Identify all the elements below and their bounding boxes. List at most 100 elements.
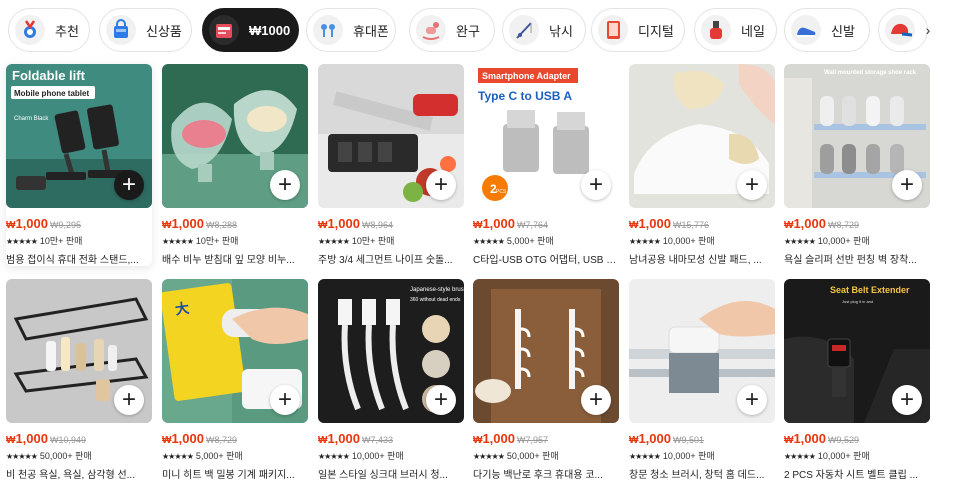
product-card[interactable]: + ₩1,000 ₩8,288 ★★★★★ 10만+ 판매 배수 비누 받침대 잎 … <box>162 64 308 266</box>
category-chip-4[interactable]: 완구 <box>409 8 495 52</box>
category-chip-0[interactable]: 추천 <box>8 8 90 52</box>
product-image[interactable]: Foldable lift Mobile phone tablet Charm … <box>6 64 152 208</box>
add-to-cart-plus-icon[interactable]: + <box>270 385 300 415</box>
product-title[interactable]: 비 천공 욕실, 욕실, 삼각형 선... <box>6 466 152 481</box>
product-title[interactable]: C타입-USB OTG 어댑터, USB C... <box>473 251 619 266</box>
svg-text:Wall mounted storage shoe rack: Wall mounted storage shoe rack <box>824 70 917 76</box>
product-card[interactable]: Foldable lift Mobile phone tablet Charm … <box>6 64 152 266</box>
add-to-cart-plus-icon[interactable]: + <box>737 170 767 200</box>
add-to-cart-plus-icon[interactable]: + <box>581 170 611 200</box>
sale-price: 1,000 <box>171 216 204 231</box>
nail-polish-icon <box>701 15 731 45</box>
star-rating-icon: ★★★★★ <box>318 452 350 461</box>
product-title[interactable]: 주방 3/4 세그먼트 나이프 숫돌... <box>318 251 464 266</box>
price-row: ₩1,000 ₩7,433 <box>318 430 464 446</box>
sale-price: 1,000 <box>171 431 204 446</box>
cap-icon <box>885 15 915 45</box>
fishing-rod-icon <box>509 15 539 45</box>
product-card[interactable]: + ₩1,000 ₩15,776 ★★★★★ 10,000+ 판매 남녀공용 내마모… <box>629 64 775 266</box>
product-title[interactable]: 미니 히트 백 밀봉 기계 패키지... <box>162 466 308 481</box>
original-price: ₩9,295 <box>50 220 82 230</box>
price-tag-icon <box>209 15 239 45</box>
product-card[interactable]: Smartphone Adapter Type C to USB A 2 PCS… <box>473 64 619 266</box>
sales-info: ★★★★★ 10,000+ 판매 <box>629 449 775 461</box>
add-to-cart-plus-icon[interactable]: + <box>114 385 144 415</box>
product-card[interactable]: Japanese-style brush 360 without dead en… <box>318 279 464 481</box>
sales-info: ★★★★★ 10만+ 판매 <box>162 234 308 246</box>
product-card[interactable]: + ₩1,000 ₩7,957 ★★★★★ 50,000+ 판매 다기능 백난로 후… <box>473 279 619 481</box>
product-card[interactable]: + ₩1,000 ₩9,501 ★★★★★ 10,000+ 판매 창문 청소 브러시… <box>629 279 775 481</box>
tablet-icon <box>598 15 628 45</box>
product-title[interactable]: 배수 비누 받침대 잎 모양 비누... <box>162 251 308 266</box>
category-chip-6[interactable]: 디지털 <box>591 8 685 52</box>
sold-count: 10,000+ 판매 <box>662 451 715 461</box>
category-chip-2[interactable]: ₩1000 <box>202 8 299 52</box>
product-image[interactable]: + <box>629 64 775 208</box>
product-title[interactable]: 다기능 백난로 후크 휴대용 코... <box>473 466 619 481</box>
category-chip-7[interactable]: 네일 <box>694 8 777 52</box>
product-card[interactable]: + ₩1,000 ₩10,949 ★★★★★ 50,000+ 판매 비 천공 욕실,… <box>6 279 152 481</box>
product-card[interactable]: Seat Belt Extender Just plug it in and +… <box>784 279 930 481</box>
product-image[interactable]: Wall mounted storage shoe rack + <box>784 64 930 208</box>
category-bar: 추천 신상품 ₩1000 휴대폰 완구 낚시 디지털 네일 신발 › <box>0 0 966 60</box>
star-rating-icon: ★★★★★ <box>162 237 194 246</box>
sales-info: ★★★★★ 50,000+ 판매 <box>473 449 619 461</box>
add-to-cart-plus-icon[interactable]: + <box>737 385 767 415</box>
product-image[interactable]: + <box>162 64 308 208</box>
add-to-cart-plus-icon[interactable]: + <box>114 170 144 200</box>
product-image[interactable]: + <box>6 279 152 423</box>
add-to-cart-plus-icon[interactable]: + <box>581 385 611 415</box>
product-title[interactable]: 범용 접이식 휴대 전화 스탠드,... <box>6 251 152 266</box>
svg-text:Type C to USB A: Type C to USB A <box>478 89 572 103</box>
product-image[interactable]: 大 + <box>162 279 308 423</box>
original-price: ₩9,529 <box>828 435 860 445</box>
star-rating-icon: ★★★★★ <box>629 452 661 461</box>
sold-count: 10,000+ 판매 <box>662 236 715 246</box>
category-label: 네일 <box>741 23 765 39</box>
product-card[interactable]: + ₩1,000 ₩8,964 ★★★★★ 10만+ 판매 주방 3/4 세그먼트 … <box>318 64 464 266</box>
original-price: ₩7,433 <box>362 435 394 445</box>
svg-text:大: 大 <box>174 300 190 319</box>
sale-price: 1,000 <box>482 216 515 231</box>
product-title[interactable]: 2 PCS 자동차 시트 벨트 클립 ... <box>784 466 930 481</box>
chevron-right-icon[interactable]: › <box>918 19 938 41</box>
category-chip-1[interactable]: 신상품 <box>99 8 192 52</box>
category-chip-3[interactable]: 휴대폰 <box>306 8 396 52</box>
product-image[interactable]: Seat Belt Extender Just plug it in and + <box>784 279 930 423</box>
price-row: ₩1,000 ₩15,776 <box>629 215 775 231</box>
product-card[interactable]: Wall mounted storage shoe rack + ₩1,000 ₩… <box>784 64 930 266</box>
earphones-icon <box>313 15 343 45</box>
category-chip-8[interactable]: 신발 <box>784 8 870 52</box>
product-image[interactable]: + <box>318 64 464 208</box>
product-image[interactable]: Japanese-style brush 360 without dead en… <box>318 279 464 423</box>
add-to-cart-plus-icon[interactable]: + <box>892 385 922 415</box>
category-chip-5[interactable]: 낚시 <box>502 8 586 52</box>
sales-info: ★★★★★ 50,000+ 판매 <box>6 449 152 461</box>
add-to-cart-plus-icon[interactable]: + <box>426 170 456 200</box>
product-image[interactable]: + <box>629 279 775 423</box>
price-row: ₩1,000 ₩9,501 <box>629 430 775 446</box>
add-to-cart-plus-icon[interactable]: + <box>892 170 922 200</box>
product-image[interactable]: Smartphone Adapter Type C to USB A 2 PCS… <box>473 64 619 208</box>
svg-text:Seat Belt Extender: Seat Belt Extender <box>830 285 910 295</box>
sold-count: 10만+ 판매 <box>39 236 83 246</box>
sales-info: ★★★★★ 10,000+ 판매 <box>318 449 464 461</box>
svg-text:Smartphone Adapter: Smartphone Adapter <box>482 71 571 81</box>
product-title[interactable]: 일본 스타일 싱크대 브러시 청... <box>318 466 464 481</box>
category-label: 신상품 <box>146 23 182 39</box>
svg-text:PCS: PCS <box>496 189 507 195</box>
product-title[interactable]: 창문 청소 브러시, 창턱 홈 데드... <box>629 466 775 481</box>
product-image[interactable]: + <box>473 279 619 423</box>
sale-price: 1,000 <box>327 431 360 446</box>
product-title[interactable]: 남녀공용 내마모성 신발 패드, ... <box>629 251 775 266</box>
category-label: 추천 <box>55 23 79 39</box>
original-price: ₩15,776 <box>673 220 710 230</box>
category-label: ₩1000 <box>249 22 291 38</box>
product-card[interactable]: 大 + ₩1,000 ₩8,729 ★★★★★ 5,000+ 판매 미니 히트 백 … <box>162 279 308 481</box>
sale-price: 1,000 <box>638 431 671 446</box>
svg-text:Just plug it in and: Just plug it in and <box>842 299 873 304</box>
price-row: ₩1,000 ₩8,729 <box>162 430 308 446</box>
product-title[interactable]: 욕실 슬리퍼 선반 펀칭 벽 장착... <box>784 251 930 266</box>
add-to-cart-plus-icon[interactable]: + <box>270 170 300 200</box>
add-to-cart-plus-icon[interactable]: + <box>426 385 456 415</box>
